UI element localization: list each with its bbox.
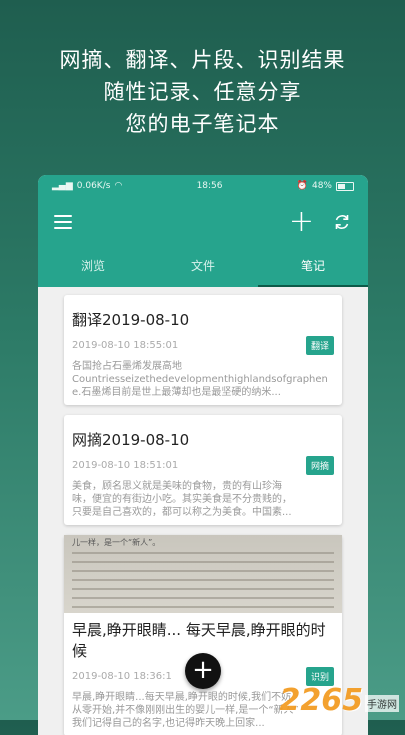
clock: 18:56 — [196, 181, 223, 191]
note-title: 网摘2019-08-10 — [72, 431, 190, 449]
watermark-logo: 2265 — [279, 683, 364, 718]
menu-icon[interactable] — [54, 215, 72, 229]
preview-line: 味，便宜的有街边小吃。其实美食是不分贵贱的， — [72, 494, 292, 505]
headline-line-2: 随性记录、任意分享 — [103, 80, 302, 104]
add-floating-button[interactable]: + — [185, 653, 221, 689]
headline-line-3: 您的电子笔记本 — [125, 112, 280, 136]
wifi-icon: ◠ — [114, 181, 123, 191]
note-card-translate[interactable]: 翻译2019-08-10 2019-08-10 18:55:01 翻译 各国抢占… — [64, 295, 342, 405]
scan-caption: 儿一样，是一个“新人”。 — [72, 538, 161, 547]
sync-icon[interactable] — [332, 212, 352, 232]
tab-files[interactable]: 文件 — [148, 247, 258, 287]
watermark-text: 手游网 — [365, 695, 399, 712]
note-card-web-clip[interactable]: 网摘2019-08-10 2019-08-10 18:51:01 网摘 美食，顾… — [64, 415, 342, 525]
note-date: 2019-08-10 18:51:01 — [72, 460, 179, 471]
tab-browse[interactable]: 浏览 — [38, 247, 148, 287]
tab-notes[interactable]: 笔记 — [258, 247, 368, 287]
note-date: 2019-08-10 18:55:01 — [72, 340, 179, 351]
add-note-plus-icon[interactable]: + — [289, 207, 314, 237]
status-bar: ▂▄▆ 0.06K/s ◠ 18:56 ⏰ 48% — [38, 175, 368, 197]
note-preview: 各国抢占石墨烯发展高地 Countriesseizethedevelopment… — [72, 360, 334, 399]
site-watermark: 2265 手游网 — [279, 683, 399, 718]
alarm-icon: ⏰ — [296, 181, 308, 191]
promo-headline: 网摘、翻译、片段、识别结果 随性记录、任意分享 您的电子笔记本 — [0, 44, 405, 140]
note-date: 2019-08-10 18:36:1 — [72, 671, 172, 682]
battery-icon — [336, 181, 354, 191]
signal-icon: ▂▄▆ — [52, 181, 73, 191]
preview-line: 我们记得自己的名字,也记得昨天晚上回家... — [72, 718, 265, 729]
battery-level: 48% — [311, 181, 332, 191]
note-type-badge: 网摘 — [305, 456, 334, 475]
note-preview: 美食，顾名思义就是美味的食物，贵的有山珍海 味，便宜的有街边小吃。其实美食是不分… — [72, 480, 334, 519]
note-title: 翻译2019-08-10 — [72, 311, 190, 329]
preview-line: Countriesseizethedevelopmenthighlandsofg… — [72, 374, 328, 385]
preview-line: 美食，顾名思义就是美味的食物，贵的有山珍海 — [72, 481, 282, 492]
preview-line: 只要是自己喜欢的，都可以称之为美食。中国素... — [72, 507, 292, 518]
app-toolbar: + — [38, 197, 368, 247]
network-speed: 0.06K/s — [76, 181, 111, 191]
preview-line: 各国抢占石墨烯发展高地 — [72, 361, 182, 372]
note-type-badge: 翻译 — [305, 336, 334, 355]
phone-screen: ▂▄▆ 0.06K/s ◠ 18:56 ⏰ 48% + 浏览 文件 笔记 翻译2… — [38, 175, 368, 735]
preview-line: e.石墨烯目前是世上最薄却也是最坚硬的纳米... — [72, 387, 281, 398]
headline-line-1: 网摘、翻译、片段、识别结果 — [59, 48, 346, 72]
tab-bar: 浏览 文件 笔记 — [38, 247, 368, 287]
scanned-page-image: 儿一样，是一个“新人”。 — [64, 535, 342, 613]
